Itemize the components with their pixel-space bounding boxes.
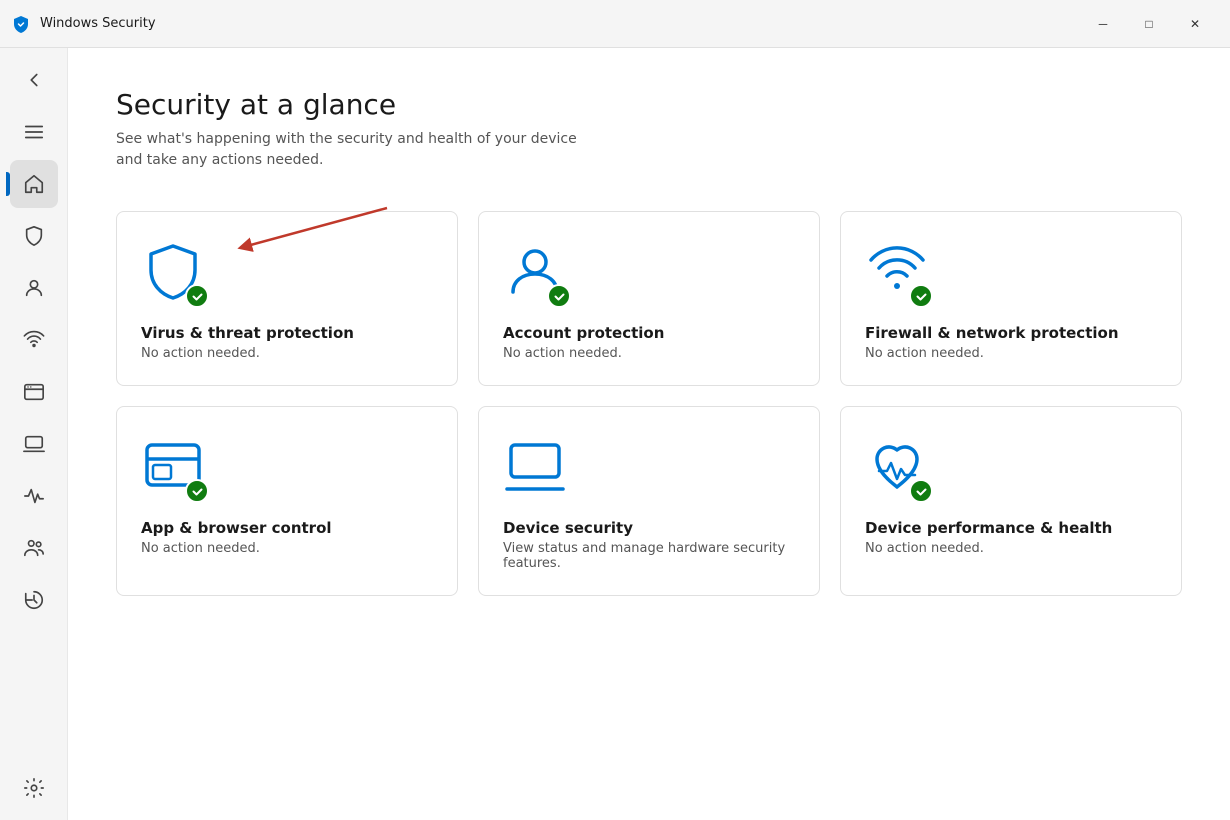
sidebar-family-button[interactable] — [10, 524, 58, 572]
check-icon — [553, 290, 566, 303]
wifi-icon — [23, 329, 45, 351]
sidebar-history-button[interactable] — [10, 576, 58, 624]
sidebar-health-button[interactable] — [10, 472, 58, 520]
health-card-status: No action needed. — [865, 541, 1157, 556]
app-layout: Security at a glance See what's happenin… — [0, 48, 1230, 820]
page-subtitle: See what's happening with the security a… — [116, 129, 1182, 171]
sidebar-shield-button[interactable] — [10, 212, 58, 260]
firewall-check-badge — [909, 284, 933, 308]
account-card-title: Account protection — [503, 324, 795, 342]
account-card-status: No action needed. — [503, 346, 795, 361]
browser-check-badge — [185, 479, 209, 503]
menu-icon — [23, 121, 45, 143]
health-icon-wrap — [865, 435, 929, 503]
sidebar-firewall-button[interactable] — [10, 316, 58, 364]
browser-icon — [23, 381, 45, 403]
home-icon — [23, 173, 45, 195]
page-title: Security at a glance — [116, 88, 1182, 121]
health-check-badge — [909, 479, 933, 503]
sidebar-settings-button[interactable] — [10, 764, 58, 812]
shield-icon — [23, 225, 45, 247]
sidebar-menu-button[interactable] — [10, 108, 58, 156]
health-card[interactable]: Device performance & health No action ne… — [840, 406, 1182, 596]
family-icon — [23, 537, 45, 559]
history-icon — [23, 589, 45, 611]
account-check-badge — [547, 284, 571, 308]
virus-card-title: Virus & threat protection — [141, 324, 433, 342]
close-button[interactable]: ✕ — [1172, 8, 1218, 40]
app-icon — [12, 15, 30, 33]
account-card[interactable]: Account protection No action needed. — [478, 211, 820, 386]
device-laptop-icon — [503, 435, 567, 499]
check-icon — [915, 290, 928, 303]
title-bar-left: Windows Security — [12, 15, 156, 33]
device-icon-wrap — [503, 435, 567, 503]
virus-card[interactable]: Virus & threat protection No action need… — [116, 211, 458, 386]
minimize-button[interactable]: ─ — [1080, 8, 1126, 40]
check-icon — [915, 485, 928, 498]
firewall-icon-wrap — [865, 240, 929, 308]
virus-check-badge — [185, 284, 209, 308]
firewall-card-title: Firewall & network protection — [865, 324, 1157, 342]
device-security-card-title: Device security — [503, 519, 795, 537]
check-icon — [191, 290, 204, 303]
check-icon — [191, 485, 204, 498]
firewall-card-status: No action needed. — [865, 346, 1157, 361]
sidebar-account-button[interactable] — [10, 264, 58, 312]
cards-grid: Virus & threat protection No action need… — [116, 211, 1182, 596]
virus-icon-wrap — [141, 240, 205, 308]
title-bar: Windows Security ─ □ ✕ — [0, 0, 1230, 48]
arrow-annotation — [187, 198, 417, 258]
sidebar-device-button[interactable] — [10, 420, 58, 468]
maximize-button[interactable]: □ — [1126, 8, 1172, 40]
laptop-icon — [23, 433, 45, 455]
sidebar — [0, 48, 68, 820]
person-icon — [23, 277, 45, 299]
health-card-title: Device performance & health — [865, 519, 1157, 537]
firewall-card[interactable]: Firewall & network protection No action … — [840, 211, 1182, 386]
title-bar-controls: ─ □ ✕ — [1080, 8, 1218, 40]
device-security-card[interactable]: Device security View status and manage h… — [478, 406, 820, 596]
browser-icon-wrap — [141, 435, 205, 503]
health-icon — [23, 485, 45, 507]
account-icon-wrap — [503, 240, 567, 308]
settings-icon — [23, 777, 45, 799]
app-title: Windows Security — [40, 16, 156, 31]
sidebar-back-button[interactable] — [10, 56, 58, 104]
device-security-card-status: View status and manage hardware security… — [503, 541, 795, 571]
browser-card[interactable]: App & browser control No action needed. — [116, 406, 458, 596]
sidebar-browser-button[interactable] — [10, 368, 58, 416]
sidebar-home-button[interactable] — [10, 160, 58, 208]
browser-card-title: App & browser control — [141, 519, 433, 537]
virus-card-status: No action needed. — [141, 346, 433, 361]
browser-card-status: No action needed. — [141, 541, 433, 556]
back-icon — [23, 69, 45, 91]
main-content: Security at a glance See what's happenin… — [68, 48, 1230, 820]
